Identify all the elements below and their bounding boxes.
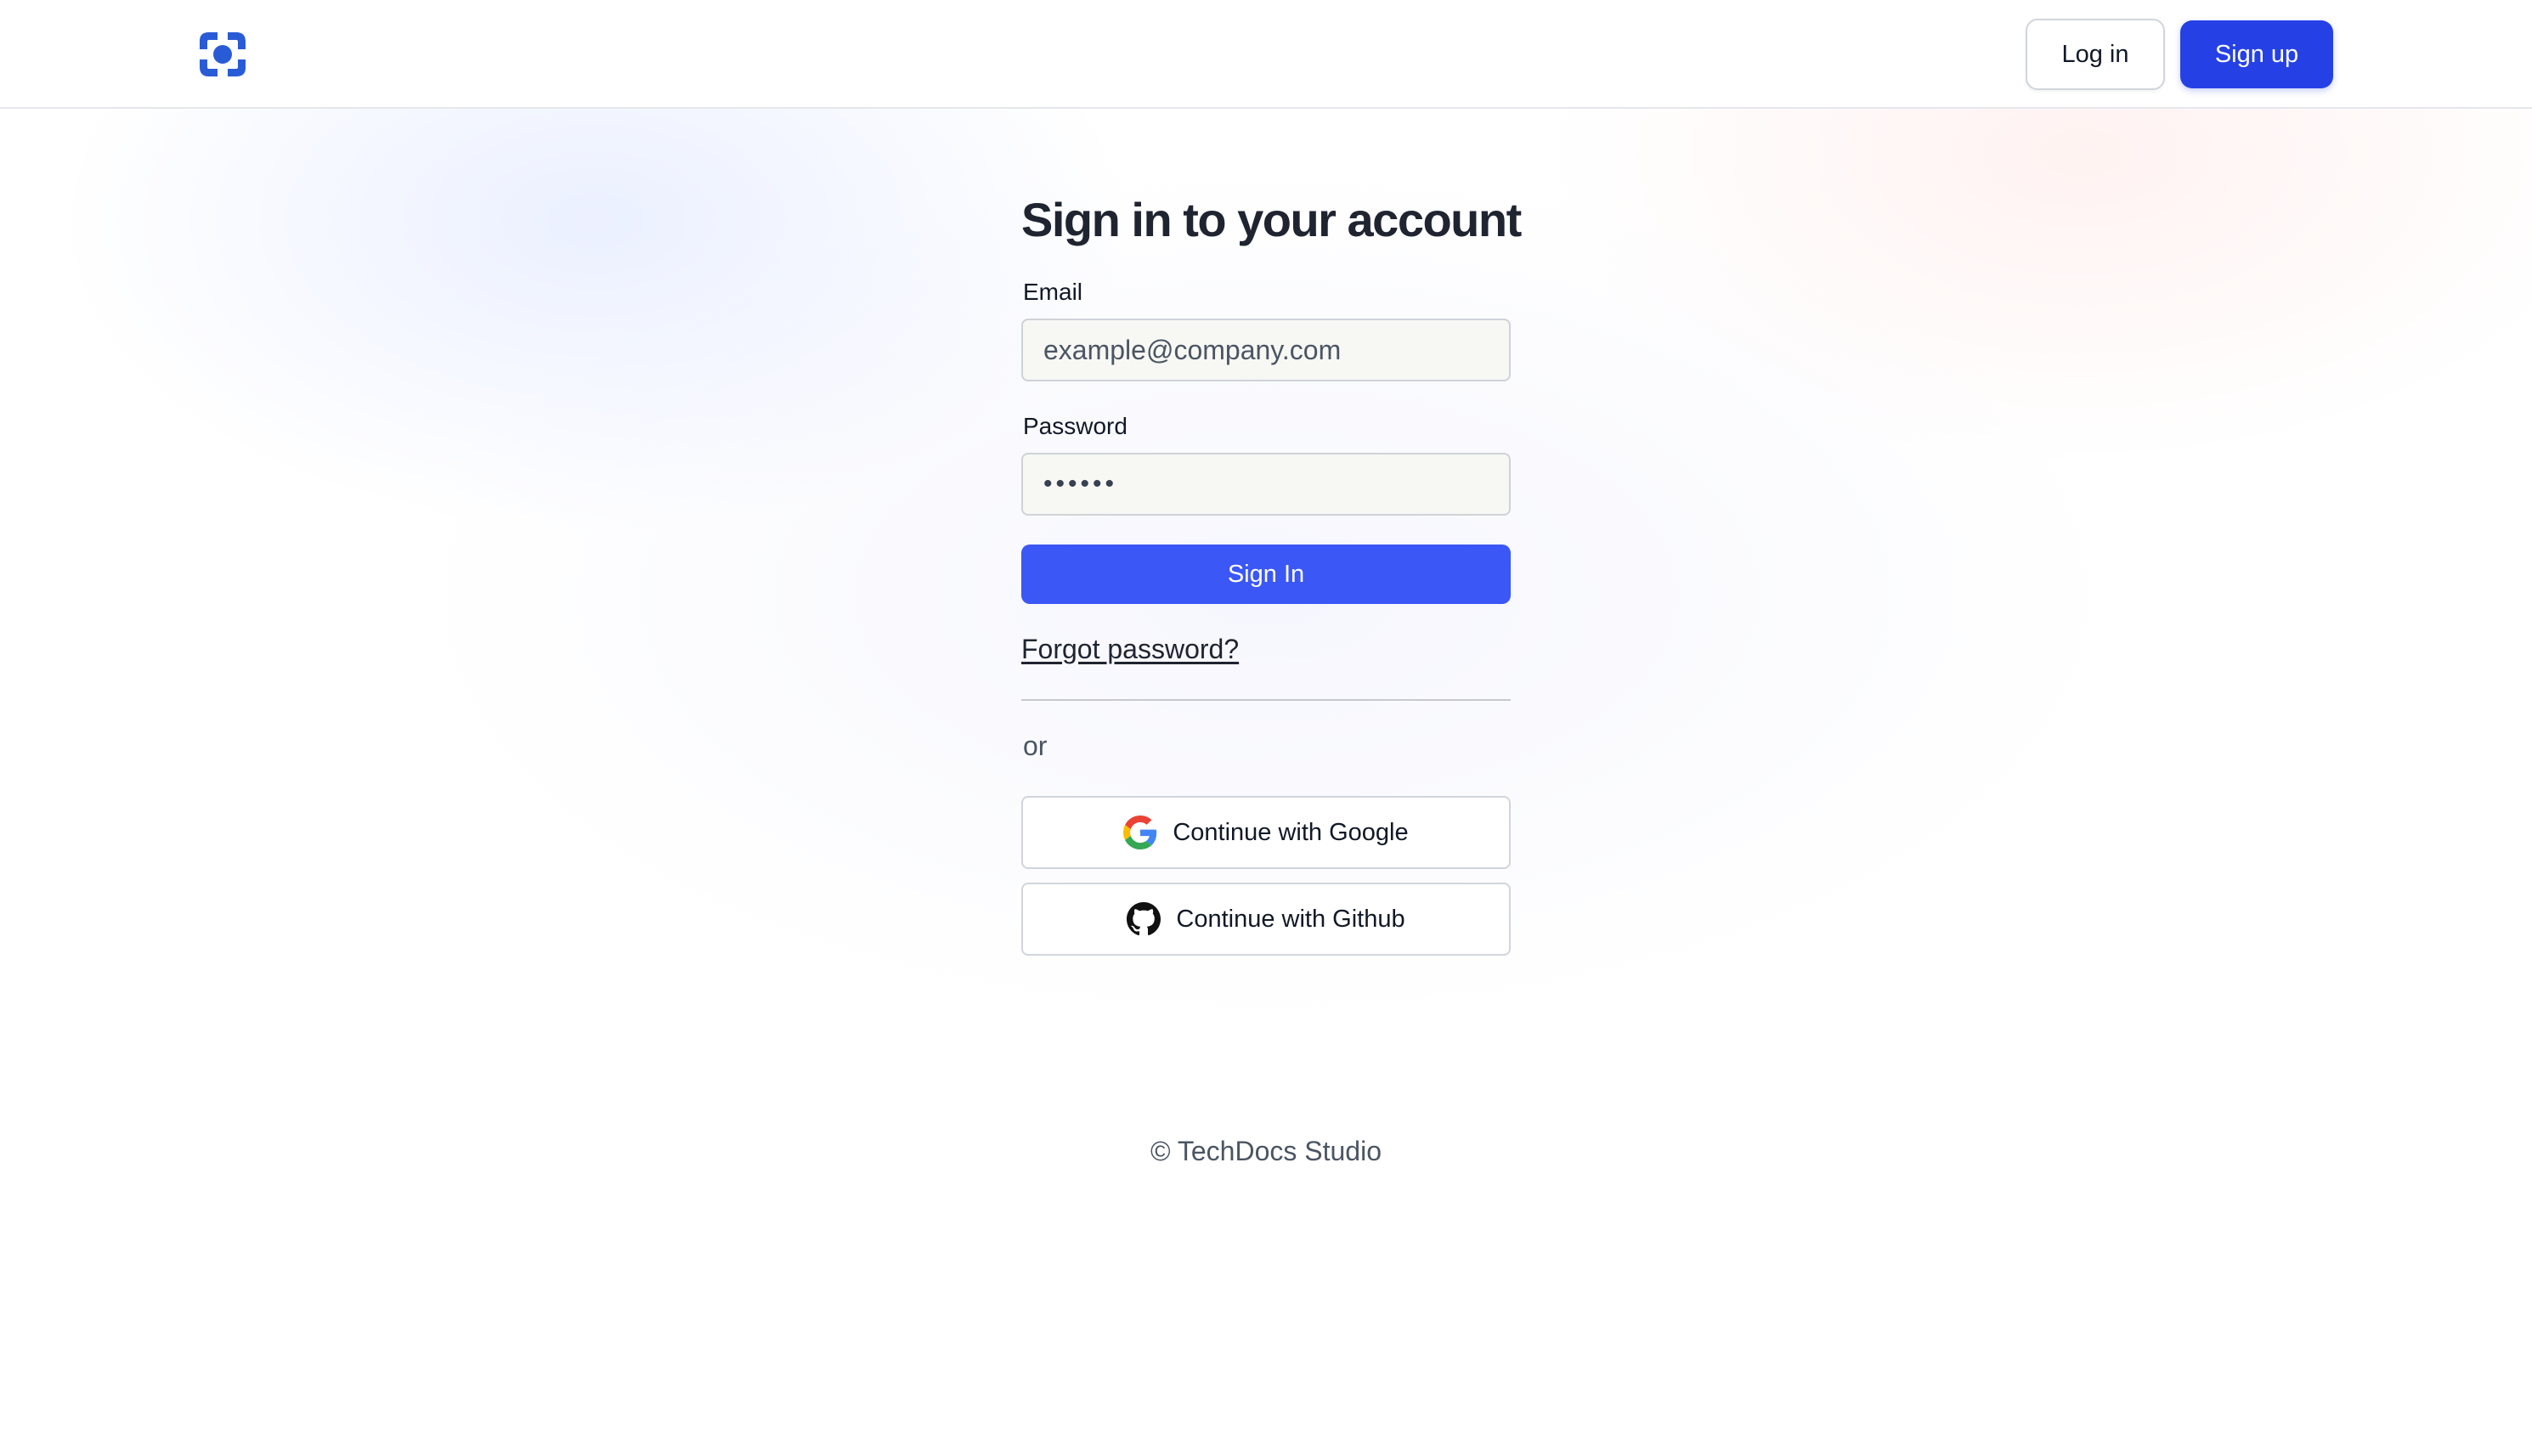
github-icon	[1127, 902, 1161, 936]
email-field[interactable]	[1021, 319, 1511, 381]
divider	[1021, 699, 1511, 701]
signup-button[interactable]: Sign up	[2180, 20, 2333, 88]
password-label: Password	[1023, 413, 1128, 439]
top-navbar: Log in Sign up	[0, 0, 2532, 109]
page-title: Sign in to your account	[1021, 193, 1522, 246]
google-icon	[1123, 815, 1157, 849]
email-label: Email	[1023, 279, 1083, 305]
footer-copyright: © TechDocs Studio	[1150, 1136, 1382, 1166]
github-button-label: Continue with Github	[1176, 905, 1405, 933]
google-button-label: Continue with Google	[1173, 818, 1409, 846]
or-separator-text: or	[1023, 731, 1048, 761]
password-field[interactable]	[1021, 453, 1511, 516]
github-signin-button[interactable]: Continue with Github	[1021, 883, 1511, 956]
forgot-password-link[interactable]: Forgot password?	[1021, 632, 1239, 666]
signin-button[interactable]: Sign In	[1021, 545, 1511, 604]
google-signin-button[interactable]: Continue with Google	[1021, 796, 1511, 869]
login-button[interactable]: Log in	[2026, 19, 2165, 90]
brand-logo-icon[interactable]	[197, 29, 248, 80]
